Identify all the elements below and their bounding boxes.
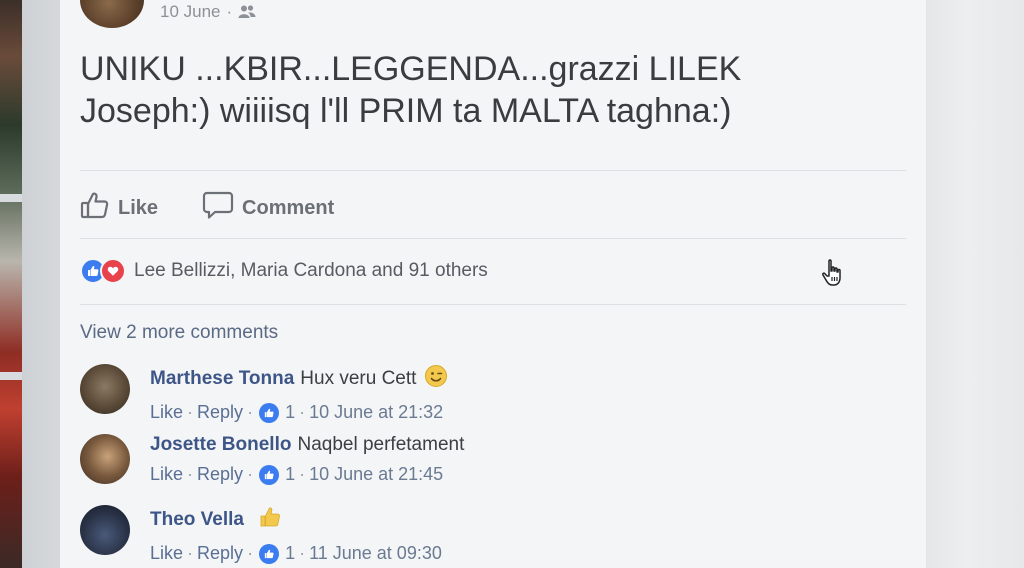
screen: 10 June · UNIKU ...KBIR...LEGGENDA...gra…	[0, 0, 1024, 568]
comment-reply-link[interactable]: Reply	[197, 464, 243, 485]
comment-author-avatar[interactable]	[80, 364, 130, 414]
meta-separator: ·	[247, 464, 254, 484]
neighbour-photo-strip	[0, 0, 22, 568]
comment-timestamp[interactable]: 11 June at 09:30	[309, 543, 442, 564]
post-actions: Like Comment	[80, 190, 378, 226]
thumbs-up-emoji-icon	[258, 505, 282, 535]
comment-line: Theo Vella	[150, 505, 442, 535]
comment-body: Josette Bonello Naqbel perfetament Like …	[150, 434, 464, 485]
comment-button-label: Comment	[242, 196, 335, 219]
page-right-margin	[925, 0, 1024, 568]
comment-author-avatar[interactable]	[80, 505, 130, 555]
comment-author-name[interactable]: Theo Vella	[150, 509, 244, 531]
comment-like-count[interactable]: 1	[285, 464, 295, 485]
post-date[interactable]: 10 June	[160, 2, 221, 22]
comment-like-link[interactable]: Like	[150, 464, 183, 485]
comment-item: Theo Vella Like · Reply · 1 · 11 June at…	[80, 505, 442, 564]
friends-icon[interactable]	[238, 4, 256, 20]
strip-gap	[0, 372, 22, 380]
comment-bubble-icon	[202, 190, 234, 226]
post-card: 10 June · UNIKU ...KBIR...LEGGENDA...gra…	[60, 0, 926, 568]
meta-separator: ·	[247, 543, 254, 563]
comment-button[interactable]: Comment	[202, 190, 334, 226]
comment-text: Naqbel perfetament	[297, 434, 465, 455]
comment-like-link[interactable]: Like	[150, 543, 183, 564]
comment-author-name[interactable]: Marthese Tonna	[150, 368, 294, 390]
comment-reply-link[interactable]: Reply	[197, 543, 243, 564]
comment-meta: Like · Reply · 1 · 11 June at 09:30	[150, 543, 442, 564]
comment-line: Marthese Tonna Hux veru Cett	[150, 364, 448, 394]
like-reaction-icon	[259, 402, 280, 423]
wink-emoji-icon	[424, 364, 448, 394]
comment-like-count[interactable]: 1	[285, 543, 295, 564]
divider	[80, 304, 906, 305]
strip-gap	[0, 194, 22, 202]
comment-body: Theo Vella Like · Reply · 1 · 11 June at…	[150, 505, 442, 564]
post-text: UNIKU ...KBIR...LEGGENDA...grazzi LILEK …	[80, 48, 900, 132]
meta-separator: ·	[299, 402, 306, 422]
view-more-comments-link[interactable]: View 2 more comments	[80, 322, 278, 344]
comment-author-avatar[interactable]	[80, 434, 130, 484]
post-text-line: Joseph:) wiiiisq l'll PRIM ta MALTA tagh…	[80, 92, 732, 130]
like-button[interactable]: Like	[80, 190, 158, 226]
comment-like-count[interactable]: 1	[285, 402, 295, 423]
hand-cursor-icon	[820, 258, 848, 293]
comment-line: Josette Bonello Naqbel perfetament	[150, 434, 464, 456]
comment-like-link[interactable]: Like	[150, 402, 183, 423]
thumbs-up-icon	[80, 190, 110, 226]
reactions-summary-text[interactable]: Lee Bellizzi, Maria Cardona and 91 other…	[134, 260, 488, 282]
comment-timestamp[interactable]: 10 June at 21:45	[309, 464, 443, 485]
meta-separator: ·	[187, 464, 194, 484]
comment-author-name[interactable]: Josette Bonello	[150, 434, 291, 456]
comment-text: Hux veru Cett	[300, 368, 417, 389]
meta-separator: ·	[187, 402, 194, 422]
divider	[80, 238, 906, 239]
love-reaction-icon	[100, 258, 126, 284]
like-reaction-icon	[259, 543, 280, 564]
comment-meta: Like · Reply · 1 · 10 June at 21:45	[150, 464, 464, 485]
divider	[80, 170, 906, 171]
reaction-icons	[80, 258, 126, 284]
meta-separator: ·	[299, 464, 306, 484]
like-reaction-icon	[259, 464, 280, 485]
comment-item: Josette Bonello Naqbel perfetament Like …	[80, 434, 464, 485]
comment-meta: Like · Reply · 1 · 10 June at 21:32	[150, 402, 448, 423]
post-meta: 10 June ·	[160, 2, 256, 22]
comment-item: Marthese Tonna Hux veru Cett Like · Repl…	[80, 364, 448, 423]
comment-reply-link[interactable]: Reply	[197, 402, 243, 423]
meta-separator: ·	[226, 2, 233, 21]
meta-separator: ·	[247, 402, 254, 422]
meta-separator: ·	[299, 543, 306, 563]
comment-timestamp[interactable]: 10 June at 21:32	[309, 402, 443, 423]
post-text-line: UNIKU ...KBIR...LEGGENDA...grazzi LILEK	[80, 50, 742, 88]
like-button-label: Like	[118, 196, 159, 219]
post-author-avatar[interactable]	[80, 0, 144, 28]
reactions-summary[interactable]: Lee Bellizzi, Maria Cardona and 91 other…	[80, 258, 488, 284]
meta-separator: ·	[187, 543, 194, 563]
comment-body: Marthese Tonna Hux veru Cett Like · Repl…	[150, 364, 448, 423]
